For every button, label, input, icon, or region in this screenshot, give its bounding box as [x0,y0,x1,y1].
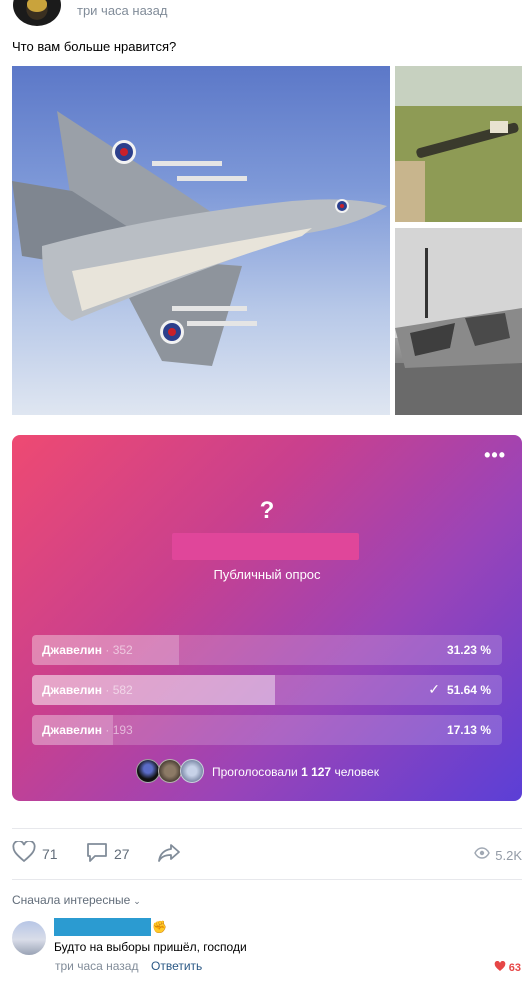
like-count: 71 [42,846,58,862]
voter-avatar[interactable] [158,759,182,783]
poll-option-count: · 193 [105,723,133,737]
poll-option[interactable]: Джавелин · 352 31.23 % [32,635,502,665]
chevron-down-icon: ⌄ [133,896,141,906]
comment-like-button[interactable]: 63 [494,959,521,977]
comment-time[interactable]: три часа назад [55,959,138,973]
poll-option-label: Джавелин · 582 [42,683,133,697]
comments-sort[interactable]: Сначала интересные ⌄ [12,893,141,907]
jet-illustration [12,111,387,366]
fist-emoji-icon: ✊ [152,920,167,934]
group-avatar[interactable] [13,0,61,26]
redacted-author [172,533,359,560]
poll-option-count: · 582 [105,683,133,697]
divider [12,879,522,880]
like-icon [12,839,36,868]
views-count: 5.2K [495,847,522,863]
share-button[interactable] [157,838,181,870]
voter-avatar[interactable] [136,759,160,783]
poll-option-label: Джавелин · 352 [42,643,133,657]
comment-icon [86,841,108,868]
views-icon [474,846,491,864]
poll-option[interactable]: Джавелин · 193 17.13 % [32,715,502,745]
check-icon: ✓ [428,681,440,697]
photo-javelin[interactable] [395,66,522,222]
commenter-name-redacted[interactable] [54,918,151,936]
commenter-avatar[interactable] [12,921,46,955]
poll-card: ••• ? Публичный опрос Джавелин · 352 31.2… [12,435,522,801]
poll-option-label: Джавелин · 193 [42,723,133,737]
heart-filled-icon [494,959,506,977]
voter-avatar[interactable] [180,759,204,783]
poll-type: Публичный опрос [213,567,321,582]
post-text: Что вам больше нравится? [12,39,177,54]
emblem-icon [27,0,47,12]
poll-option-percent: 31.23 % [446,643,491,657]
post-time[interactable]: три часа назад [77,3,167,18]
poll-option-count: · 352 [105,643,133,657]
action-bar: 71 27 5.2K [0,838,532,870]
reply-button[interactable]: Ответить [151,959,202,973]
divider [12,828,522,829]
views-counter: 5.2K [474,846,522,864]
warship-illustration [395,228,522,415]
share-icon [157,841,181,868]
poll-option-percent: 51.64 % [446,683,491,697]
like-button[interactable]: 71 [12,838,58,870]
comment-count: 27 [114,846,130,862]
comment-text: Будто на выборы пришёл, господи [54,940,247,954]
comment-like-count: 63 [508,962,521,974]
sort-label: Сначала интересные [12,893,131,907]
comment-button[interactable]: 27 [86,838,130,870]
photo-jet[interactable] [12,66,390,415]
voters-text: Проголосовали 1 127 человек [212,765,379,779]
javelin-illustration [395,66,522,222]
poll-option[interactable]: Джавелин · 582 ✓ 51.64 % [32,675,502,705]
post-header: три часа назад [0,0,532,30]
poll-option-percent: 17.13 % [446,723,491,737]
poll-question: ? [259,497,275,524]
photo-warship[interactable] [395,228,522,415]
more-icon[interactable]: ••• [484,445,506,466]
